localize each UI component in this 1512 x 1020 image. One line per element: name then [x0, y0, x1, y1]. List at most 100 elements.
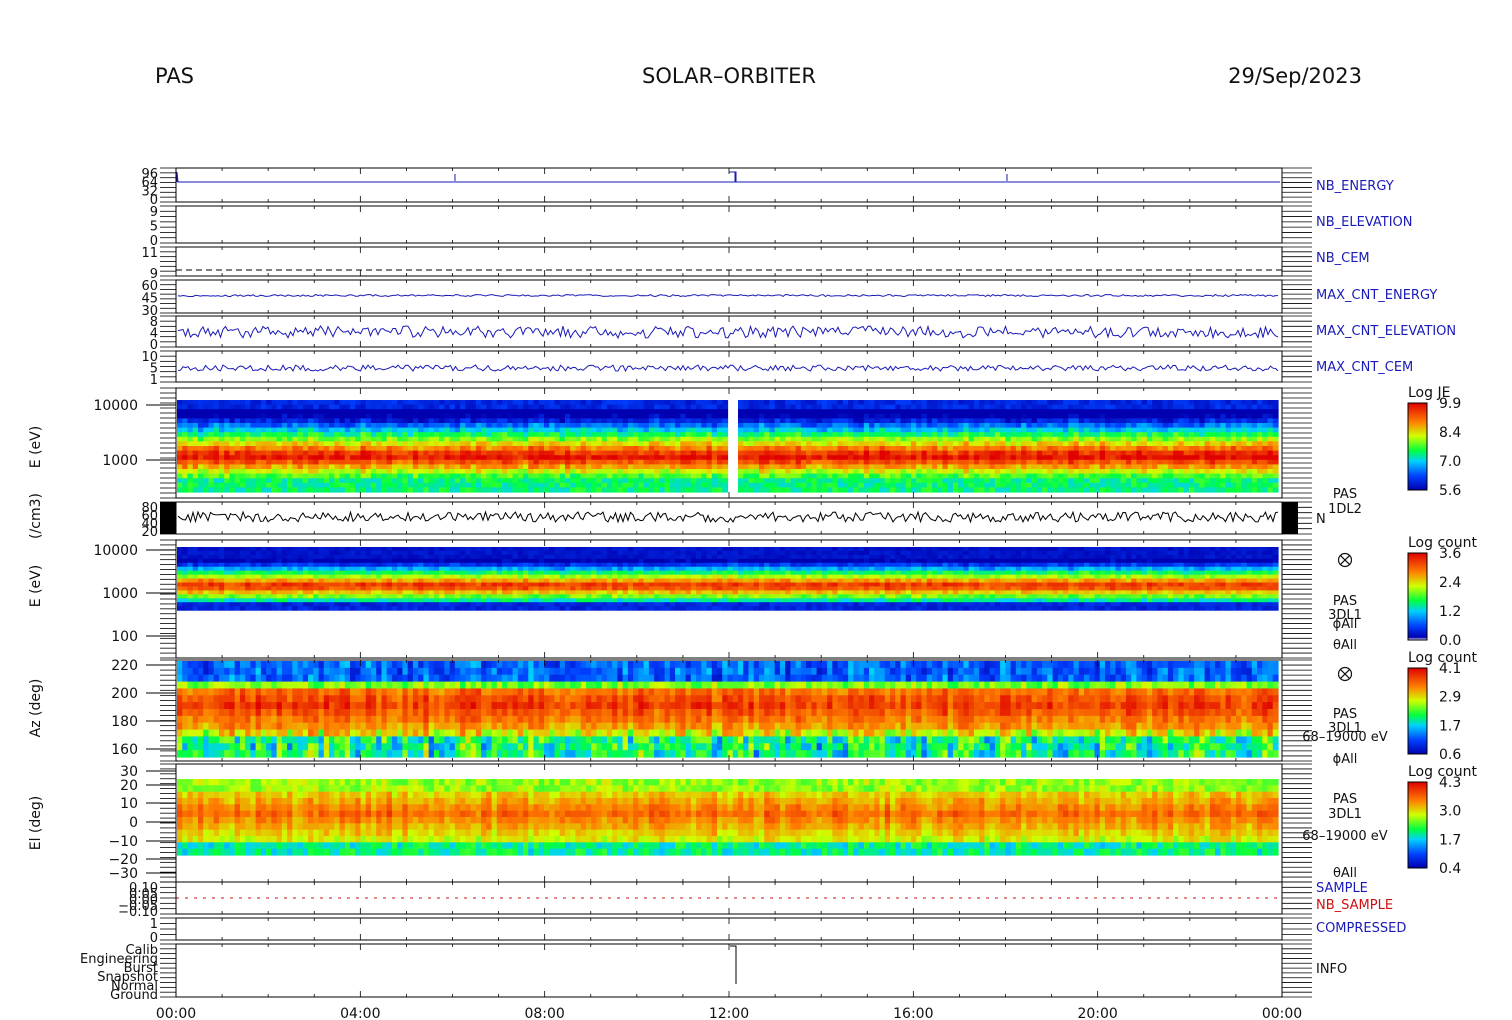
- heat-cell-energy_1dl2: [297, 478, 304, 484]
- heat-cell-energy_1dl2: [391, 455, 398, 461]
- heat-cell-energy_3dl1: [355, 602, 362, 607]
- heat-cell-energy_1dl2: [370, 478, 377, 484]
- heat-cell-energy_3dl1: [376, 550, 383, 556]
- heat-cell-energy_1dl2: [1000, 413, 1006, 419]
- heat-cell-energy_1dl2: [350, 464, 356, 470]
- heat-cell-energy_1dl2: [585, 436, 592, 442]
- heat-cell-energy_1dl2: [800, 404, 807, 410]
- heat-cell-energy_3dl1: [229, 582, 236, 588]
- heat-cell-energy_1dl2: [428, 409, 435, 415]
- heat-cell-energy_1dl2: [601, 446, 608, 452]
- heat-cell-energy_1dl2: [675, 455, 681, 461]
- heat-cell-energy_3dl1: [250, 574, 257, 580]
- heat-cell-energy_1dl2: [911, 432, 917, 438]
- heat-cell-energy_1dl2: [271, 436, 278, 442]
- heat-cell-energy_1dl2: [213, 409, 220, 415]
- heat-cell-energy_1dl2: [1094, 450, 1101, 456]
- heat-cell-energy_3dl1: [318, 574, 325, 580]
- heat-cell-energy_1dl2: [544, 427, 550, 433]
- heat-cell-energy_3dl1: [350, 562, 356, 568]
- heat-cell-energy_1dl2: [952, 409, 959, 415]
- heat-cell-energy_1dl2: [785, 482, 792, 488]
- heat-cell-energy_1dl2: [1026, 455, 1033, 461]
- heat-cell-energy_1dl2: [1257, 469, 1263, 475]
- heat-cell-energy_1dl2: [895, 464, 902, 470]
- heat-cell-energy_1dl2: [391, 409, 398, 415]
- heat-cell-energy_1dl2: [863, 432, 870, 438]
- heat-cell-energy_1dl2: [213, 487, 220, 493]
- heat-cell-energy_3dl1: [418, 586, 425, 591]
- heat-cell-energy_3dl1: [292, 598, 299, 603]
- heat-cell-energy_1dl2: [795, 432, 802, 438]
- heat-cell-energy_1dl2: [192, 400, 199, 406]
- heat-cell-energy_1dl2: [266, 413, 272, 419]
- heat-cell-energy_1dl2: [271, 455, 278, 461]
- heat-cell-energy_1dl2: [481, 441, 487, 447]
- heat-cell-energy_1dl2: [947, 404, 954, 410]
- heat-cell-energy_1dl2: [460, 487, 466, 493]
- heat-cell-energy_1dl2: [916, 432, 923, 438]
- heat-cell-energy_1dl2: [245, 418, 251, 424]
- heat-cell-energy_1dl2: [874, 473, 881, 479]
- heat-cell-energy_1dl2: [528, 432, 535, 438]
- heat-cell-energy_1dl2: [276, 450, 283, 456]
- heat-cell-energy_1dl2: [1188, 400, 1195, 406]
- heat-cell-energy_1dl2: [502, 404, 508, 410]
- heat-cell-energy_1dl2: [921, 478, 928, 484]
- heat-cell-energy_1dl2: [890, 404, 896, 410]
- heat-cell-energy_1dl2: [423, 441, 430, 447]
- heat-cell-energy_1dl2: [559, 450, 566, 456]
- heat-cell-energy_1dl2: [1047, 450, 1054, 456]
- heat-cell-energy_1dl2: [1146, 455, 1153, 461]
- heat-cell-energy_3dl1: [308, 606, 314, 611]
- heat-cell-energy_1dl2: [973, 423, 980, 429]
- heat-cell-energy_1dl2: [1183, 473, 1190, 479]
- heat-cell-energy_1dl2: [1120, 459, 1127, 465]
- heat-cell-energy_1dl2: [737, 446, 744, 452]
- heat-cell-energy_1dl2: [355, 409, 362, 415]
- heat-cell-energy_1dl2: [255, 473, 262, 479]
- heat-cell-energy_1dl2: [722, 413, 729, 419]
- heat-cell-energy_3dl1: [218, 574, 225, 580]
- heat-cell-energy_1dl2: [848, 404, 854, 410]
- heat-cell-energy_1dl2: [433, 469, 440, 475]
- heat-cell-energy_1dl2: [1162, 446, 1169, 452]
- heat-cell-energy_1dl2: [1115, 450, 1122, 456]
- heat-cell-energy_3dl1: [344, 590, 351, 595]
- heat-cell-energy_1dl2: [250, 450, 257, 456]
- heat-cell-energy_1dl2: [1194, 409, 1200, 415]
- heat-cell-energy_1dl2: [512, 427, 519, 433]
- heat-cell-energy_1dl2: [177, 482, 183, 488]
- heat-cell-energy_3dl1: [302, 586, 309, 591]
- heat-cell-energy_3dl1: [381, 582, 388, 588]
- heat-cell-energy_1dl2: [1225, 400, 1232, 406]
- heat-cell-energy_1dl2: [302, 469, 309, 475]
- heat-cell-energy_3dl1: [412, 566, 419, 572]
- heat-cell-energy_1dl2: [439, 441, 445, 447]
- heat-cell-energy_1dl2: [370, 450, 377, 456]
- heat-cell-energy_3dl1: [370, 590, 377, 595]
- heat-cell-energy_1dl2: [402, 413, 409, 419]
- heat-cell-energy_1dl2: [402, 482, 409, 488]
- heat-cell-energy_1dl2: [1099, 473, 1106, 479]
- heat-cell-energy_1dl2: [402, 400, 409, 406]
- heat-cell-energy_1dl2: [748, 400, 755, 406]
- heat-cell-energy_3dl1: [355, 570, 362, 576]
- heat-cell-energy_3dl1: [418, 590, 425, 595]
- heat-cell-energy_1dl2: [1220, 418, 1227, 424]
- heat-cell-energy_3dl1: [260, 598, 267, 603]
- heat-cell-energy_3dl1: [350, 606, 356, 611]
- heat-cell-energy_1dl2: [711, 404, 718, 410]
- heat-cell-energy_1dl2: [947, 413, 954, 419]
- heat-cell-energy_1dl2: [1136, 487, 1143, 493]
- heat-cell-energy_1dl2: [958, 482, 965, 488]
- heat-cell-energy_1dl2: [370, 436, 377, 442]
- heat-cell-energy_1dl2: [1057, 446, 1064, 452]
- heat-cell-energy_1dl2: [821, 473, 828, 479]
- heat-cell-energy_1dl2: [1241, 409, 1248, 415]
- heat-cell-energy_1dl2: [564, 473, 571, 479]
- heat-cell-energy_1dl2: [654, 455, 660, 461]
- heat-cell-energy_1dl2: [1220, 455, 1227, 461]
- heat-cell-energy_1dl2: [1131, 450, 1138, 456]
- heat-cell-energy_1dl2: [250, 446, 257, 452]
